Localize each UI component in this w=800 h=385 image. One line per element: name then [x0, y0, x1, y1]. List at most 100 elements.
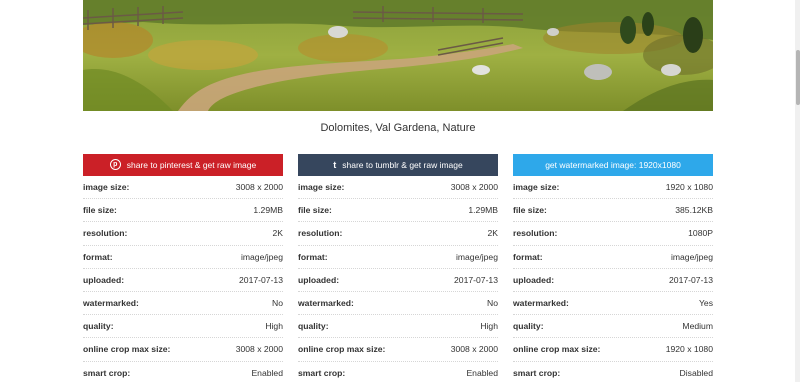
row-label: online crop max size:: [298, 344, 386, 355]
download-column-original: p share to pinterest & get raw image imag…: [83, 154, 283, 385]
info-row-image-size: image size: 1920 x 1080: [513, 176, 713, 200]
row-value: 2017-07-13: [669, 274, 713, 285]
row-value: 3008 x 2000: [235, 182, 283, 193]
tumblr-share-button[interactable]: t share to tumblr & get raw image: [298, 154, 498, 176]
row-label: watermarked:: [298, 298, 354, 309]
row-label: format:: [298, 251, 328, 262]
info-row-uploaded: uploaded: 2017-07-13: [513, 269, 713, 292]
info-row-file-size: file size: 385.12KB: [513, 199, 713, 223]
row-value: 1.29MB: [253, 205, 283, 216]
tumblr-button-label: share to tumblr & get raw image: [342, 160, 463, 170]
page: Dolomites, Val Gardena, Nature p share to…: [0, 0, 800, 382]
row-value: 2K: [272, 228, 283, 239]
row-value: 1920 x 1080: [665, 182, 713, 193]
info-row-quality: quality: High: [83, 315, 283, 339]
watermarked-button-label: get watermarked image: 1920x1080: [545, 160, 681, 170]
tumblr-icon: t: [333, 160, 337, 170]
row-value: High: [480, 321, 498, 332]
info-row-resolution: resolution: 1080P: [513, 222, 713, 246]
info-row-quality: quality: Medium: [513, 315, 713, 339]
info-row-image-size: image size: 3008 x 2000: [83, 176, 283, 200]
row-label: quality:: [298, 321, 329, 332]
row-label: image size:: [513, 182, 560, 193]
watermarked-download-button[interactable]: get watermarked image: 1920x1080: [513, 154, 713, 176]
info-row-smart-crop: smart crop: Enabled: [83, 362, 283, 385]
photo-art: [83, 0, 713, 111]
row-label: online crop max size:: [513, 344, 601, 355]
image-caption: Dolomites, Val Gardena, Nature: [320, 122, 476, 134]
info-row-format: format: image/jpeg: [298, 246, 498, 269]
row-value: No: [272, 298, 283, 309]
row-value: 1.29MB: [468, 205, 498, 216]
row-label: image size:: [83, 182, 130, 193]
row-label: uploaded:: [513, 274, 555, 285]
row-value: Enabled: [466, 368, 498, 379]
pinterest-icon: p: [109, 159, 121, 171]
row-value: 2K: [487, 228, 498, 239]
scrollbar-thumb[interactable]: [796, 50, 800, 105]
row-value: 3008 x 2000: [450, 344, 498, 355]
page-scrollbar[interactable]: [795, 0, 800, 382]
row-label: image size:: [298, 182, 345, 193]
row-value: Disabled: [679, 368, 713, 379]
row-label: uploaded:: [83, 274, 125, 285]
row-value: 2017-07-13: [239, 274, 283, 285]
info-row-crop-max: online crop max size: 1920 x 1080: [513, 338, 713, 362]
row-value: 2017-07-13: [454, 274, 498, 285]
info-row-image-size: image size: 3008 x 2000: [298, 176, 498, 200]
info-row-file-size: file size: 1.29MB: [83, 199, 283, 223]
row-label: file size:: [513, 205, 547, 216]
row-value: Medium: [682, 321, 713, 332]
info-row-format: format: image/jpeg: [83, 246, 283, 269]
pinterest-button-label: share to pinterest & get raw image: [126, 160, 257, 170]
row-label: format:: [513, 251, 543, 262]
row-value: Enabled: [251, 368, 283, 379]
row-value: High: [265, 321, 283, 332]
row-value: 3008 x 2000: [235, 344, 283, 355]
row-label: uploaded:: [298, 274, 340, 285]
info-row-format: format: image/jpeg: [513, 246, 713, 269]
pinterest-share-button[interactable]: p share to pinterest & get raw image: [83, 154, 283, 176]
row-label: smart crop:: [83, 368, 131, 379]
row-label: format:: [83, 251, 113, 262]
info-table: image size: 1920 x 1080 file size: 385.12K…: [513, 176, 713, 385]
row-label: online crop max size:: [83, 344, 171, 355]
row-label: smart crop:: [298, 368, 346, 379]
info-row-resolution: resolution: 2K: [83, 222, 283, 246]
row-value: image/jpeg: [670, 251, 713, 262]
info-row-uploaded: uploaded: 2017-07-13: [298, 269, 498, 292]
info-row-watermarked: watermarked: Yes: [513, 292, 713, 316]
info-row-uploaded: uploaded: 2017-07-13: [83, 269, 283, 292]
info-row-crop-max: online crop max size: 3008 x 2000: [298, 338, 498, 362]
row-label: file size:: [83, 205, 117, 216]
row-label: quality:: [83, 321, 114, 332]
info-table: image size: 3008 x 2000 file size: 1.29MB …: [298, 176, 498, 385]
info-table: image size: 3008 x 2000 file size: 1.29MB …: [83, 176, 283, 385]
info-row-watermarked: watermarked: No: [83, 292, 283, 316]
row-label: watermarked:: [513, 298, 569, 309]
row-value: 1080P: [688, 228, 713, 239]
info-row-file-size: file size: 1.29MB: [298, 199, 498, 223]
info-row-quality: quality: High: [298, 315, 498, 339]
row-label: quality:: [513, 321, 544, 332]
info-row-resolution: resolution: 2K: [298, 222, 498, 246]
info-row-smart-crop: smart crop: Enabled: [298, 362, 498, 385]
landscape-photo[interactable]: [83, 0, 713, 111]
row-value: No: [487, 298, 498, 309]
row-value: 385.12KB: [675, 205, 713, 216]
row-value: 1920 x 1080: [665, 344, 713, 355]
row-label: smart crop:: [513, 368, 561, 379]
download-column-watermarked: get watermarked image: 1920x1080 image s…: [513, 154, 713, 385]
row-label: file size:: [298, 205, 332, 216]
info-row-smart-crop: smart crop: Disabled: [513, 362, 713, 385]
info-row-crop-max: online crop max size: 3008 x 2000: [83, 338, 283, 362]
row-value: Yes: [698, 298, 713, 309]
row-label: resolution:: [83, 228, 128, 239]
row-value: image/jpeg: [240, 251, 283, 262]
row-label: watermarked:: [83, 298, 139, 309]
download-column-tumblr: t share to tumblr & get raw image image s…: [298, 154, 498, 385]
info-row-watermarked: watermarked: No: [298, 292, 498, 316]
row-value: image/jpeg: [455, 251, 498, 262]
row-value: 3008 x 2000: [450, 182, 498, 193]
row-label: resolution:: [298, 228, 343, 239]
